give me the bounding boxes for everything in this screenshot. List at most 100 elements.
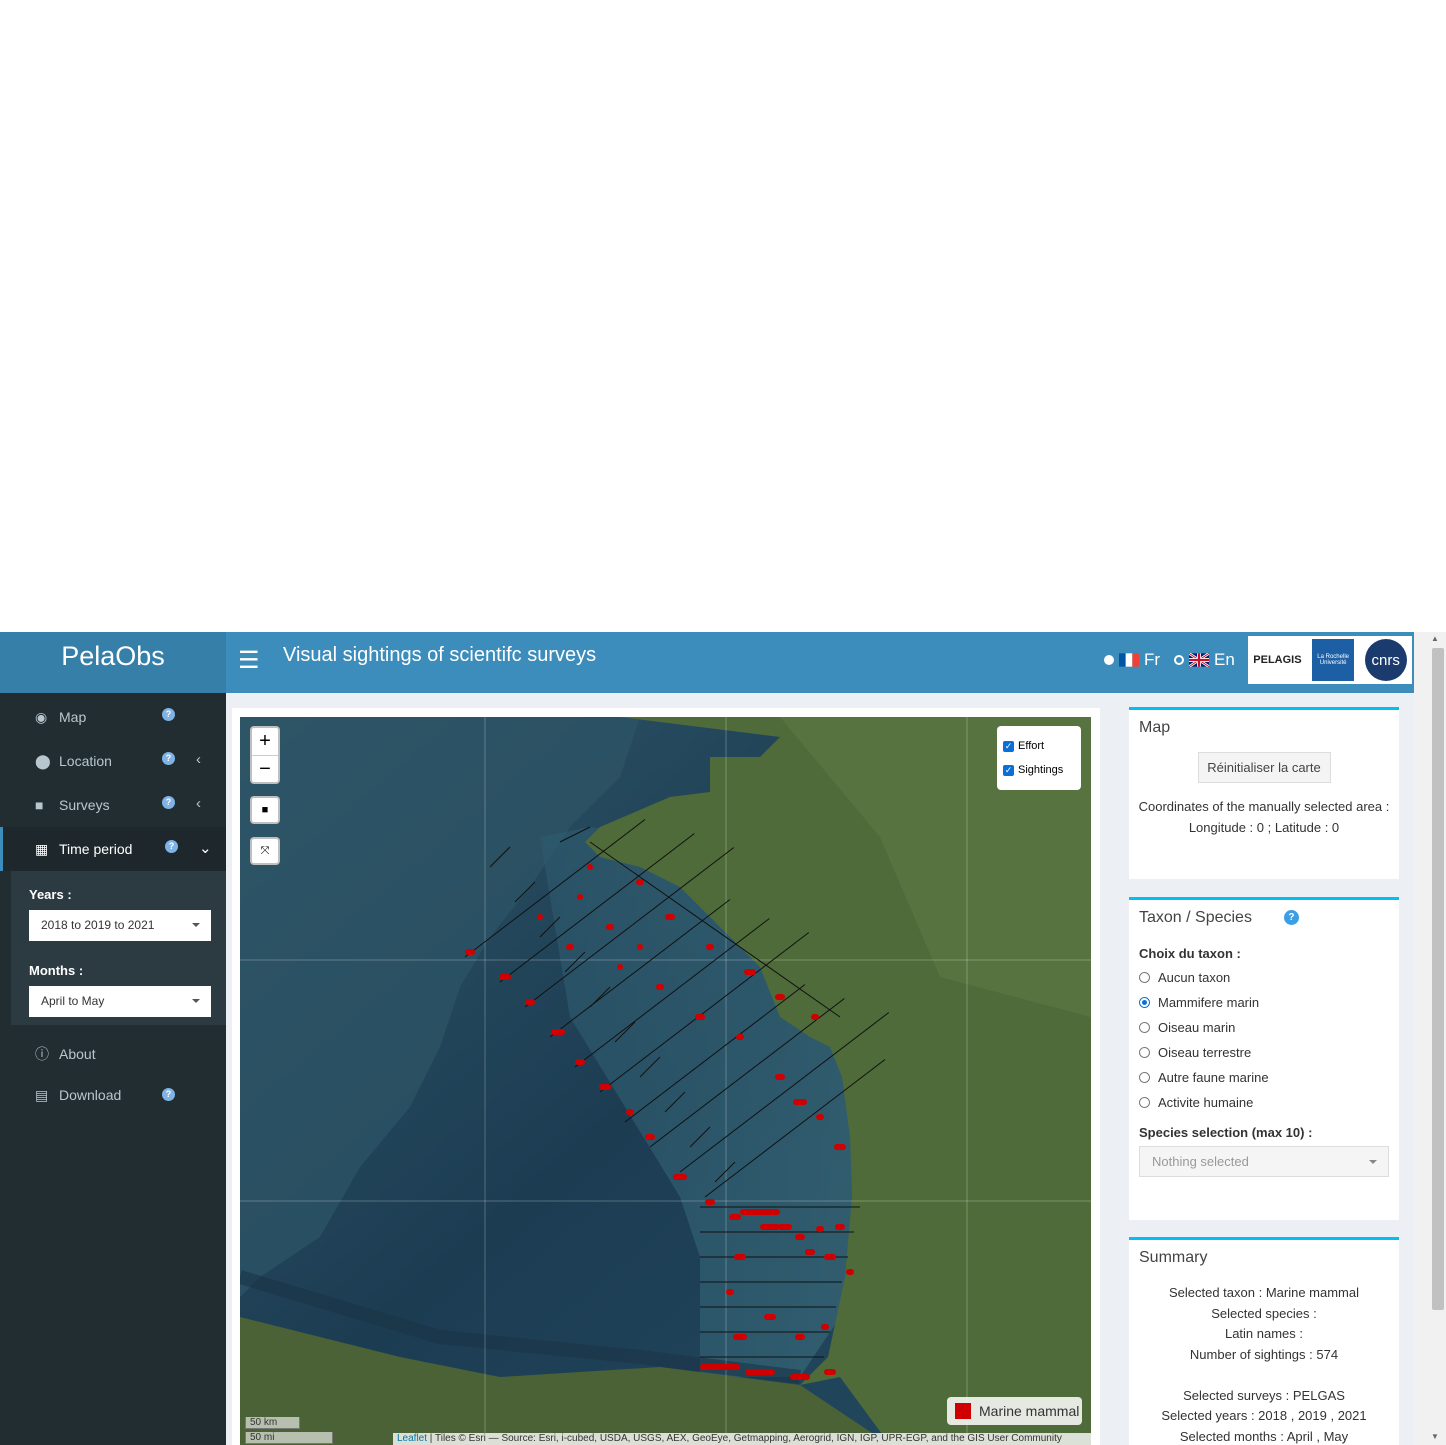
taxon-option[interactable]: Autre faune marine	[1129, 1065, 1399, 1090]
map-canvas[interactable]	[240, 717, 1091, 1445]
taxon-option-label: Oiseau marin	[1158, 1020, 1236, 1035]
radio-button[interactable]	[1139, 1097, 1150, 1108]
map-view[interactable]: + − ■ ⤧ ✓ Effort ✓ Sightings Marine mammal…	[240, 717, 1091, 1445]
taxon-panel: Taxon / Species? Choix du taxon : Aucun …	[1129, 897, 1399, 1220]
lang-en-radio[interactable]	[1174, 655, 1184, 665]
species-label: Species selection (max 10) :	[1139, 1125, 1313, 1140]
sighting-marker	[821, 1324, 829, 1330]
sidebar-item-time-period[interactable]: ▦ Time period ? ⌄	[0, 827, 226, 871]
zoom-control: + −	[250, 726, 280, 784]
sighting-marker	[805, 1249, 815, 1255]
lang-option-fr[interactable]: Fr	[1104, 650, 1160, 670]
map-panel: Map Réinitialiser la carte Coordinates o…	[1129, 707, 1399, 879]
summary-panel: Summary Selected taxon : Marine mammal Se…	[1129, 1237, 1399, 1445]
radio-button[interactable]	[1139, 972, 1150, 983]
legend-label: Marine mammal	[979, 1403, 1080, 1419]
lang-fr-radio[interactable]	[1104, 655, 1114, 665]
cnrs-logo: cnrs	[1364, 639, 1407, 681]
sighting-marker	[525, 999, 535, 1005]
sidebar-item-label: Map	[59, 709, 87, 725]
help-icon[interactable]: ?	[1283, 910, 1299, 925]
sidebar-item-download[interactable]: ▤ Download ?	[0, 1075, 226, 1115]
caret-down-icon	[192, 923, 200, 927]
checkbox-checked-icon[interactable]: ✓	[1003, 764, 1014, 776]
sighting-marker	[775, 1074, 785, 1080]
coords-label: Coordinates of the manually selected are…	[1138, 799, 1390, 814]
taxon-option[interactable]: Mammifere marin	[1129, 990, 1399, 1015]
panel-title-row: Taxon / Species?	[1129, 900, 1399, 936]
scrollbar-thumb[interactable]	[1432, 648, 1444, 1310]
sighting-marker	[790, 1374, 810, 1380]
summary-body: Selected taxon : Marine mammal Selected s…	[1129, 1283, 1399, 1445]
sighting-marker	[793, 1099, 807, 1105]
chevron-left-icon: ‹	[196, 795, 201, 812]
taxon-option[interactable]: Oiseau marin	[1129, 1015, 1399, 1040]
download-file-icon: ▤	[35, 1086, 49, 1103]
taxon-option-label: Activite humaine	[1158, 1095, 1254, 1110]
sighting-marker	[499, 974, 511, 980]
partner-logos: PELAGIS La Rochelle Université cnrs	[1248, 636, 1412, 684]
leaflet-link[interactable]: Leaflet	[397, 1433, 427, 1444]
sighting-marker	[626, 1109, 634, 1115]
globe-icon: ◉	[35, 708, 48, 725]
sighting-marker	[835, 1224, 845, 1230]
years-select[interactable]: 2018 to 2019 to 2021	[29, 910, 211, 941]
radio-button[interactable]	[1139, 997, 1150, 1008]
radio-button[interactable]	[1139, 1022, 1150, 1033]
summary-line: Selected months : April , May	[1179, 1428, 1349, 1444]
radio-button[interactable]	[1139, 1047, 1150, 1058]
sighting-marker	[575, 1059, 585, 1065]
scroll-down-icon[interactable]: ▼	[1431, 1432, 1439, 1441]
page-title: Visual sightings of scientifc surveys	[283, 644, 597, 666]
zoom-in-button[interactable]: +	[252, 728, 278, 755]
zoom-out-button[interactable]: −	[252, 755, 278, 782]
sighting-marker	[778, 1224, 792, 1230]
sighting-marker	[465, 949, 475, 955]
sighting-marker	[740, 1209, 780, 1215]
sighting-marker	[775, 994, 785, 1000]
coords-value: Longitude : 0 ; Latitude : 0	[1188, 819, 1340, 835]
help-icon[interactable]: ?	[162, 708, 175, 721]
sidebar-toggle-icon[interactable]: ☰	[238, 646, 260, 675]
layer-effort[interactable]: ✓ Effort	[1003, 734, 1075, 758]
sidebar-item-label: Time period	[59, 841, 133, 857]
square-icon: ■	[261, 804, 269, 816]
radio-button[interactable]	[1139, 1072, 1150, 1083]
top-navbar: ☰ Visual sightings of scientifc surveys …	[226, 632, 1414, 693]
help-icon[interactable]: ?	[162, 796, 175, 809]
sighting-marker	[577, 894, 583, 900]
species-select[interactable]: Nothing selected	[1139, 1146, 1389, 1177]
sighting-marker	[537, 914, 543, 920]
taxon-option[interactable]: Activite humaine	[1129, 1090, 1399, 1115]
app-window: PelaObs ☰ Visual sightings of scientifc …	[0, 632, 1414, 1445]
taxon-option[interactable]: Aucun taxon	[1129, 965, 1399, 990]
summary-line: Selected surveys : PELGAS	[1183, 1387, 1345, 1403]
help-icon[interactable]: ?	[162, 1088, 175, 1101]
sighting-marker	[617, 964, 623, 970]
help-icon[interactable]: ?	[165, 840, 178, 853]
sidebar-item-location[interactable]: ⬤ Location ? ‹	[0, 739, 226, 783]
app-logo[interactable]: PelaObs	[0, 632, 226, 693]
checkbox-checked-icon[interactable]: ✓	[1003, 740, 1014, 752]
fullscreen-icon: ⤧	[260, 844, 270, 857]
page-scrollbar[interactable]: ▲ ▼	[1414, 632, 1446, 1445]
lang-option-en[interactable]: En	[1174, 650, 1235, 670]
taxon-option[interactable]: Oiseau terrestre	[1129, 1040, 1399, 1065]
sighting-marker	[745, 1369, 775, 1375]
sighting-marker	[816, 1226, 824, 1232]
help-icon[interactable]: ?	[162, 752, 175, 765]
scroll-up-icon[interactable]: ▲	[1431, 634, 1439, 643]
fullscreen-button[interactable]: ⤧	[250, 837, 280, 865]
sighting-marker	[824, 1254, 836, 1260]
sidebar-item-about[interactable]: ⓘ About	[0, 1033, 226, 1075]
sidebar-item-surveys[interactable]: ■ Surveys ? ‹	[0, 783, 226, 827]
sighting-marker	[551, 1029, 565, 1035]
draw-rectangle-button[interactable]: ■	[250, 796, 280, 824]
months-select[interactable]: April to May	[29, 986, 211, 1017]
panel-title: Taxon / Species	[1139, 909, 1252, 926]
sighting-marker	[729, 1214, 741, 1220]
layer-control: ✓ Effort ✓ Sightings	[997, 726, 1081, 790]
reset-map-button[interactable]: Réinitialiser la carte	[1197, 752, 1331, 783]
sidebar-item-map[interactable]: ◉ Map ?	[0, 695, 226, 739]
layer-sightings[interactable]: ✓ Sightings	[1003, 758, 1075, 782]
